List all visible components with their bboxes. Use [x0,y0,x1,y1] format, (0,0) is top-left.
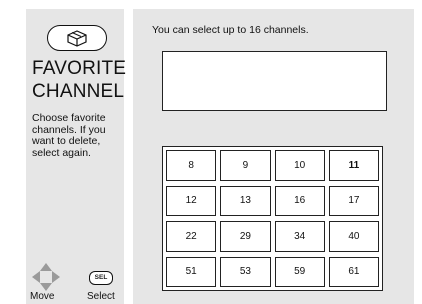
title-line-1: FAVORITE [32,58,127,79]
title-line-2: CHANNEL [32,81,125,102]
channel-cell-highlighted[interactable]: 11 [328,150,379,181]
channel-cell[interactable]: 61 [328,256,379,287]
channel-cell[interactable]: 9 [220,150,271,181]
remote-box-icon [47,25,107,51]
selected-channels-box [162,51,387,111]
channel-grid: 8 9 10 11 12 13 16 17 22 29 34 40 51 53 … [162,146,383,291]
move-label: Move [30,291,55,302]
left-panel: FAVORITE CHANNEL Choose favorite channel… [26,9,127,304]
main-panel: You can select up to 16 channels. 8 9 10… [133,9,414,304]
channel-cell[interactable]: 53 [220,256,271,287]
channel-cell[interactable]: 51 [166,256,217,287]
channel-cell[interactable]: 8 [166,150,217,181]
select-label: Select [87,291,115,302]
remote-box-icon-svg [67,30,87,47]
channel-cell[interactable]: 16 [274,185,325,216]
channel-cell[interactable]: 13 [220,185,271,216]
channel-cell[interactable]: 10 [274,150,325,181]
channel-cell[interactable]: 22 [166,221,217,252]
channel-cell[interactable]: 29 [220,221,271,252]
sel-button-icon: SEL [89,271,113,285]
page-title: FAVORITE CHANNEL [32,57,127,103]
arrow-cross-icon [32,263,60,291]
channel-cell[interactable]: 40 [328,221,379,252]
channel-cell[interactable]: 34 [274,221,325,252]
description-text: Choose favorite channels. If you want to… [32,112,106,159]
channel-cell[interactable]: 17 [328,185,379,216]
instruction-text: You can select up to 16 channels. [152,24,309,36]
channel-cell[interactable]: 12 [166,185,217,216]
channel-cell[interactable]: 59 [274,256,325,287]
